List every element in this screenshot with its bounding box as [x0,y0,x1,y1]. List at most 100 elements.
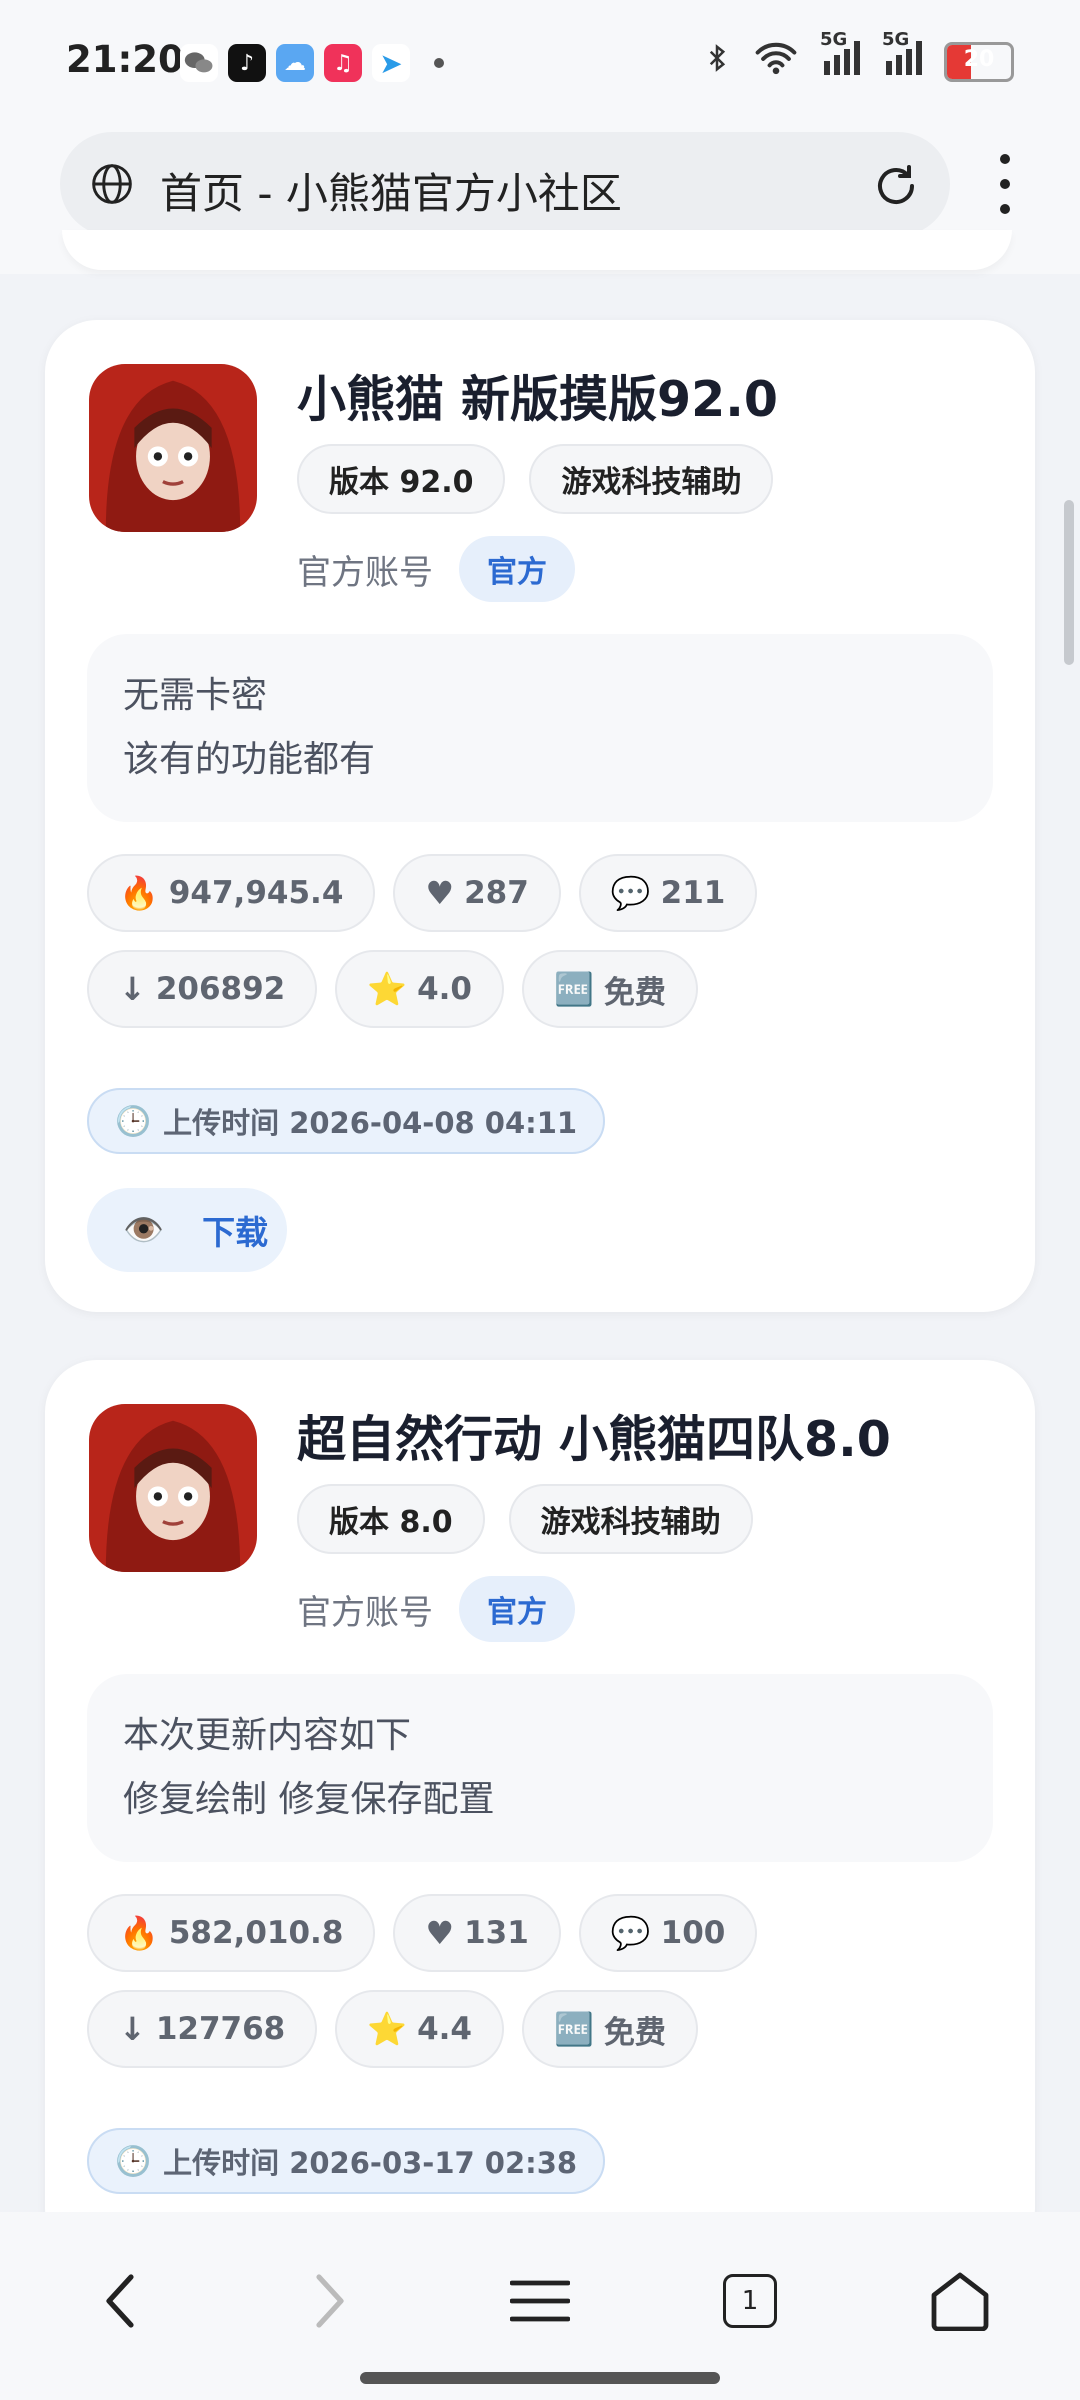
heat-stat: 🔥 582,010.8 [87,1894,376,1972]
more-menu-icon[interactable] [990,154,1020,214]
gesture-bar[interactable] [360,2372,720,2384]
account-row: 官方账号 官方 [297,536,575,602]
app-description: 无需卡密 该有的功能都有 [87,634,993,822]
upload-time-badge: 🕒 上传时间 2026-03-17 02:38 [87,2128,606,2194]
more-notifications-dot [434,58,444,68]
description-line: 该有的功能都有 [123,739,376,780]
stats-row: 🔥 947,945.4 ♥ 287 💬 211 ↓ 206892 ⭐ 4.0 🆓 免费 [87,854,993,1028]
clock-icon: 🕒 [115,2143,152,2178]
category-tag[interactable]: 游戏科技辅助 [508,1484,753,1554]
download-button[interactable]: 👁️ 下载 [87,1188,287,1272]
scrollbar[interactable] [1064,500,1074,665]
notification-icons: ♪ ☁ ♫ ➤ [180,44,444,82]
price-value: 免费 [603,2014,666,2051]
official-badge: 官方 [459,536,575,602]
rating-stat: ⭐ 4.4 [335,1990,504,2068]
stats-row: 🔥 582,010.8 ♥ 131 💬 100 ↓ 127768 ⭐ 4.4 🆓 免费 [87,1894,993,2068]
status-bar: 21:20 ♪ ☁ ♫ ➤ 5G 5G 20 [0,0,1080,124]
comment-icon: 💬 [610,1914,651,1952]
rating-stat: ⭐ 4.0 [335,950,504,1028]
wifi-icon [754,41,798,82]
reload-icon[interactable] [872,162,920,210]
clock: 21:20 [66,38,184,81]
signal-icon: 5G [882,29,922,82]
menu-icon[interactable] [495,2256,585,2346]
comments-stat[interactable]: 💬 211 [578,854,758,932]
version-tag: 版本 92.0 [297,444,506,514]
tiktok-icon: ♪ [228,44,266,82]
address-bar[interactable]: 首页 - 小熊猫官方小社区 [60,132,950,236]
download-arrow-icon: ↓ [119,970,146,1008]
battery-icon: 20 [944,41,1014,82]
rating-value: 4.0 [417,971,472,1007]
price-stat: 🆓 免费 [522,950,698,1028]
upload-time: 上传时间 2026-03-17 02:38 [163,2146,578,2180]
telegram-icon: ➤ [372,44,410,82]
likes-stat[interactable]: ♥ 287 [393,854,561,932]
tab-count: 1 [723,2274,777,2328]
app-icon[interactable] [89,364,257,532]
signal-icon: 5G [820,29,860,82]
heat-stat: 🔥 947,945.4 [87,854,376,932]
weather-icon: ☁ [276,44,314,82]
likes-stat[interactable]: ♥ 131 [393,1894,561,1972]
official-badge: 官方 [459,1576,575,1642]
previous-card-edge [62,230,1012,270]
comments-stat[interactable]: 💬 100 [578,1894,758,1972]
account-row: 官方账号 官方 [297,1576,575,1642]
app-tags: 版本 8.0 游戏科技辅助 [297,1484,753,1554]
free-icon: 🆓 [554,970,594,1008]
likes-value: 131 [464,1915,529,1951]
comments-value: 100 [660,1915,726,1951]
rating-value: 4.4 [417,2011,472,2047]
download-label: 下载 [202,1213,269,1252]
battery-level: 20 [963,46,995,72]
back-icon[interactable] [76,2256,166,2346]
description-line: 修复绘制 修复保存配置 [123,1779,495,1820]
browser-bottom-nav: 1 [0,2212,1080,2400]
download-arrow-icon: ↓ [119,2010,146,2048]
price-value: 免费 [603,974,666,1011]
upload-time: 上传时间 2026-04-08 04:11 [163,1106,578,1140]
downloads-stat: ↓ 127768 [87,1990,318,2068]
version-tag: 版本 8.0 [297,1484,485,1554]
bluetooth-icon [702,40,732,83]
tabs-icon[interactable]: 1 [705,2256,795,2346]
star-icon: ⭐ [367,970,408,1008]
app-icon[interactable] [89,1404,257,1572]
heat-value: 582,010.8 [168,1915,344,1951]
app-tags: 版本 92.0 游戏科技辅助 [297,444,774,514]
eye-icon: 👁️ [123,1210,165,1249]
downloads-value: 127768 [155,2011,286,2047]
music-icon: ♫ [324,44,362,82]
fire-icon: 🔥 [119,874,159,912]
clock-icon: 🕒 [115,1103,152,1138]
forward-icon[interactable] [284,2256,374,2346]
account-label: 官方账号 [297,552,433,593]
app-description: 本次更新内容如下 修复绘制 修复保存配置 [87,1674,993,1862]
app-title[interactable]: 小熊猫 新版摸版92.0 [297,360,778,431]
free-icon: 🆓 [554,2010,594,2048]
comment-icon: 💬 [610,874,651,912]
system-icons: 5G 5G 20 [702,29,1014,83]
downloads-stat: ↓ 206892 [87,950,318,1028]
home-icon[interactable] [915,2256,1005,2346]
account-label: 官方账号 [297,1592,433,1633]
wechat-icon [180,44,218,82]
likes-value: 287 [464,875,529,911]
globe-icon [90,162,134,206]
upload-time-badge: 🕒 上传时间 2026-04-08 04:11 [87,1088,606,1154]
price-stat: 🆓 免费 [522,1990,698,2068]
url-text[interactable]: 首页 - 小熊猫官方小社区 [160,160,622,221]
description-line: 无需卡密 [123,675,268,716]
fire-icon: 🔥 [119,1914,159,1952]
heart-icon: ♥ [425,874,455,912]
description-line: 本次更新内容如下 [123,1715,412,1756]
category-tag[interactable]: 游戏科技辅助 [529,444,774,514]
heart-icon: ♥ [425,1914,455,1952]
app-card[interactable]: 超自然行动 小熊猫四队8.0 版本 8.0 游戏科技辅助 官方账号 官方 本次更… [45,1360,1035,2260]
comments-value: 211 [660,875,726,911]
star-icon: ⭐ [367,2010,408,2048]
app-title[interactable]: 超自然行动 小熊猫四队8.0 [297,1400,891,1471]
app-card[interactable]: 小熊猫 新版摸版92.0 版本 92.0 游戏科技辅助 官方账号 官方 无需卡密… [45,320,1035,1312]
